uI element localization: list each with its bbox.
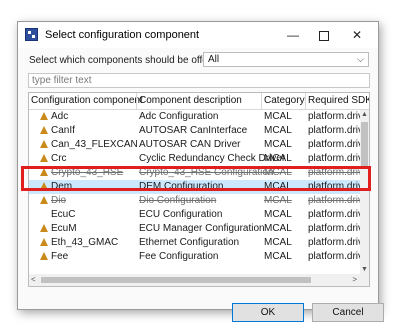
maximize-icon (319, 31, 329, 41)
table-row[interactable]: Adc Adc Configuration MCAL platform.drive (29, 110, 369, 124)
row-name: Eth_43_GMAC (51, 237, 119, 248)
row-name: Dio (51, 195, 67, 206)
row-category: MCAL (264, 223, 292, 234)
highlight-box (21, 166, 371, 191)
row-category: MCAL (264, 111, 292, 122)
offer-select[interactable]: All ⌵ (203, 52, 369, 67)
scroll-up-icon[interactable]: ▲ (360, 110, 369, 119)
window-title: Select configuration component (45, 29, 200, 41)
table-row[interactable]: EcuC ECU Configuration MCAL platform.drive (29, 208, 369, 222)
horizontal-scrollbar[interactable]: < > (29, 274, 369, 286)
row-name: EcuC (51, 209, 76, 220)
title-bar[interactable]: Select configuration component — ✕ (18, 22, 378, 48)
row-category: MCAL (264, 139, 292, 150)
row-category: MCAL (264, 237, 292, 248)
component-icon (40, 252, 48, 260)
column-header-sdk[interactable]: Required SDK (308, 95, 369, 106)
row-description: Ethernet Configuration (139, 237, 240, 248)
row-description: Adc Configuration (139, 111, 219, 122)
table-row[interactable]: Can_43_FLEXCAN AUTOSAR CAN Driver MCAL plat… (29, 138, 369, 152)
scroll-left-icon[interactable]: < (31, 274, 36, 286)
table-row[interactable]: Crc Cyclic Redundancy Check Driver MCAL pla… (29, 152, 369, 166)
row-category: MCAL (264, 125, 292, 136)
column-header-description[interactable]: Component description (139, 95, 242, 106)
horizontal-scroll-thumb[interactable] (41, 277, 311, 283)
component-icon (40, 154, 48, 162)
table-row[interactable]: CanIf AUTOSAR CanInterface MCAL platform.dr… (29, 124, 369, 138)
filter-input[interactable] (28, 73, 370, 88)
row-description: Dio Configuration (139, 195, 217, 206)
table-row[interactable]: Fee Fee Configuration MCAL platform.drive (29, 250, 369, 264)
table-row[interactable]: Eth_43_GMAC Ethernet Configuration MCAL pla… (29, 236, 369, 250)
maximize-button[interactable] (311, 26, 337, 44)
row-name: Fee (51, 251, 69, 262)
component-icon (40, 140, 48, 148)
row-name: Can_43_FLEXCAN (51, 139, 138, 150)
row-name: CanIf (51, 125, 75, 136)
close-button[interactable]: ✕ (344, 26, 370, 44)
column-divider[interactable] (261, 93, 262, 109)
component-icon (40, 238, 48, 246)
vertical-scroll-thumb[interactable] (361, 122, 368, 166)
component-icon (40, 196, 48, 204)
app-icon (25, 28, 38, 41)
minimize-button[interactable]: — (280, 26, 306, 44)
component-icon (40, 224, 48, 232)
column-header-category[interactable]: Category (264, 95, 305, 106)
row-description: Fee Configuration (139, 251, 219, 262)
offer-label: Select which components should be offere… (29, 55, 223, 66)
column-divider[interactable] (305, 93, 306, 109)
row-description: ECU Configuration (139, 209, 223, 220)
row-name: Crc (51, 153, 67, 164)
row-category: MCAL (264, 251, 292, 262)
vertical-scrollbar[interactable]: ▲ ▼ (360, 110, 369, 274)
row-name: Adc (51, 111, 69, 122)
chevron-down-icon: ⌵ (357, 54, 364, 64)
row-description: ECU Manager Configuration (139, 223, 265, 234)
row-category: MCAL (264, 195, 292, 206)
row-description: AUTOSAR CAN Driver (139, 139, 241, 150)
row-description: AUTOSAR CanInterface (139, 125, 248, 136)
column-header-component[interactable]: Configuration component (31, 95, 143, 106)
scroll-right-icon[interactable]: > (352, 274, 357, 286)
component-icon (40, 112, 48, 120)
row-category: MCAL (264, 209, 292, 220)
table-header: Configuration component Component descri… (29, 93, 369, 110)
row-category: MCAL (264, 153, 292, 164)
scroll-down-icon[interactable]: ▼ (360, 265, 369, 274)
row-name: EcuM (51, 223, 77, 234)
table-row[interactable]: EcuM ECU Manager Configuration MCAL platfor… (29, 222, 369, 236)
ok-button[interactable]: OK (232, 303, 304, 322)
offer-select-value: All (208, 54, 220, 65)
cancel-button[interactable]: Cancel (312, 303, 384, 322)
table-row[interactable]: Dio Dio Configuration MCAL platform.drive (29, 194, 369, 208)
component-icon (40, 126, 48, 134)
column-divider[interactable] (136, 93, 137, 109)
